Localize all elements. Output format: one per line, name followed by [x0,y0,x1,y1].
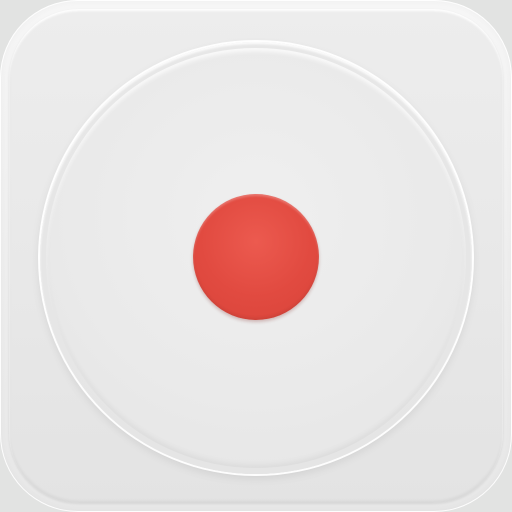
app-icon[interactable] [0,0,512,512]
record-dot-icon[interactable] [193,194,319,320]
